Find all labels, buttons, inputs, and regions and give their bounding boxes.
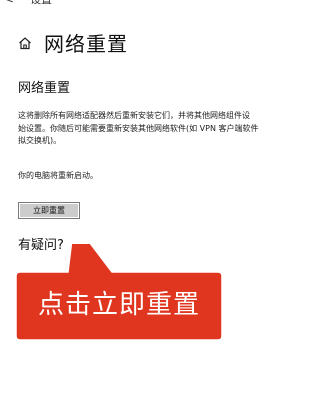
section-heading: 网络重置 xyxy=(18,81,71,96)
settings-page: < 设置 网络重置 网络重置 这将删除所有网络适配器然后重新安装它们，并将其他网… xyxy=(0,0,313,394)
callout-annotation: 点击立即重置 xyxy=(16,244,222,340)
page-title: 网络重置 xyxy=(44,32,128,56)
restart-note: 你的电脑将重新启动。 xyxy=(18,171,98,180)
callout-text: 点击立即重置 xyxy=(37,289,200,320)
description: 这将删除所有网络适配器然后重新安装它们，并将其他网络组件设 始设置。你随后可能需… xyxy=(18,110,313,148)
back-button[interactable]: < xyxy=(0,0,14,6)
reset-now-button[interactable]: 立即重置 xyxy=(18,202,80,219)
description-line: 拟交换机)。 xyxy=(18,136,62,145)
description-line: 始设置。你随后可能需要重新安装其他网络软件(如 VPN 客户端软件 xyxy=(18,123,259,133)
description-line: 这将删除所有网络适配器然后重新安装它们，并将其他网络组件设 xyxy=(18,111,250,120)
home-icon[interactable] xyxy=(18,36,32,50)
window-title: 设置 xyxy=(30,0,52,7)
title-bar: < 设置 xyxy=(0,0,52,6)
page-header: 网络重置 xyxy=(18,28,128,57)
callout-bubble xyxy=(16,244,222,340)
questions-heading: 有疑问? xyxy=(18,238,64,253)
